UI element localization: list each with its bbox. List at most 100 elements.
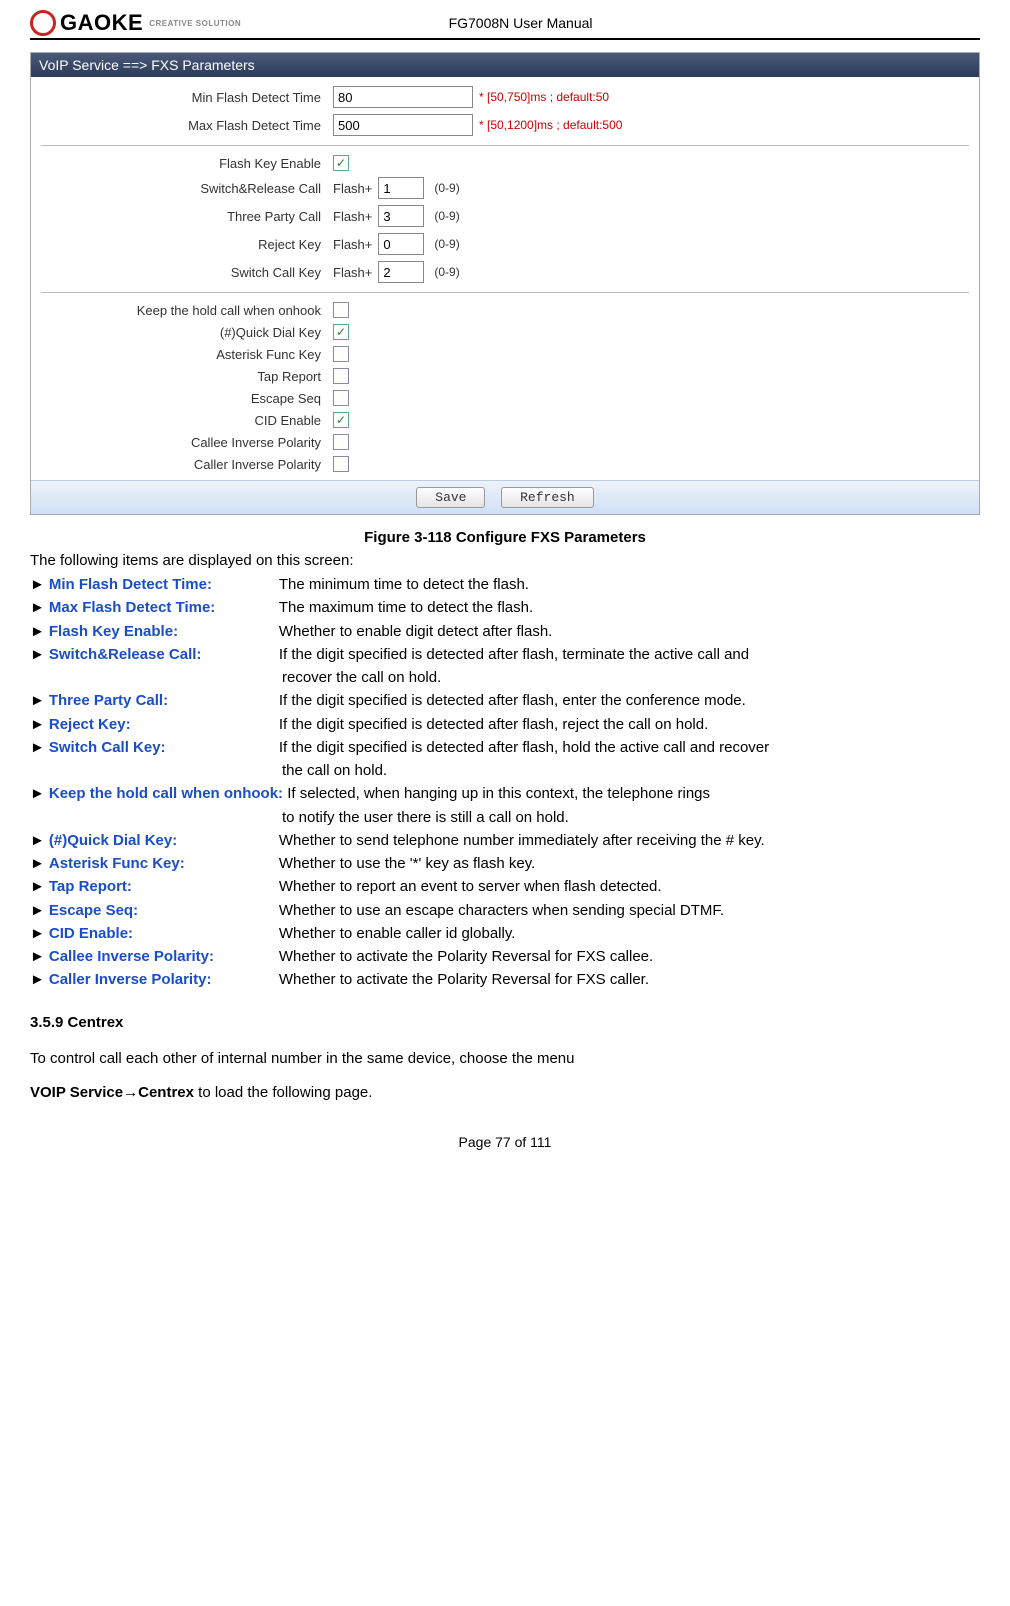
label-three-party: Three Party Call [41,209,333,224]
bullet-icon: ► [30,596,45,619]
row-quick-dial: (#)Quick Dial Key ✓ [31,321,979,343]
save-button[interactable]: Save [416,487,485,508]
logo-icon [30,10,56,36]
desc-tap-report: Whether to report an event to server whe… [279,875,980,898]
term-max-flash: Max Flash Detect Time: [49,599,215,616]
desc-keep-hold-2: to notify the user there is still a call… [30,806,980,829]
desc-cid: Whether to enable caller id globally. [279,922,980,945]
range-switch-call-key: (0-9) [434,265,459,279]
term-asterisk: Asterisk Func Key: [49,855,185,872]
term-escape: Escape Seq: [49,902,138,919]
term-keep-hold: Keep the hold call when onhook: [49,785,283,802]
bullet-icon: ► [30,945,45,968]
item-quick-dial: ► (#)Quick Dial Key: Whether to send tel… [30,829,980,852]
desc-three-party: If the digit specified is detected after… [279,689,980,712]
doc-title: FG7008N User Manual [241,15,800,31]
row-tap-report: Tap Report [31,365,979,387]
desc-flash-key: Whether to enable digit detect after fla… [279,620,980,643]
checkbox-keep-hold[interactable] [333,302,349,318]
input-three-party[interactable] [378,205,424,227]
checkbox-flash-key-enable[interactable]: ✓ [333,155,349,171]
label-callee-pol: Callee Inverse Polarity [41,435,333,450]
divider-1 [41,145,969,146]
term-caller-pol: Caller Inverse Polarity: [49,971,212,988]
row-escape: Escape Seq [31,387,979,409]
prefix-switch-release: Flash+ [333,181,372,196]
row-max-flash: Max Flash Detect Time * [50,1200]ms ; de… [31,111,979,139]
bullet-icon: ► [30,713,45,736]
input-max-flash[interactable] [333,114,473,136]
input-min-flash[interactable] [333,86,473,108]
row-callee-pol: Callee Inverse Polarity [31,431,979,453]
figure-caption: Figure 3-118 Configure FXS Parameters [30,529,980,546]
checkbox-cid[interactable]: ✓ [333,412,349,428]
item-keep-hold: ► Keep the hold call when onhook: If sel… [30,782,980,805]
bullet-icon: ► [30,829,45,852]
label-cid: CID Enable [41,413,333,428]
page-header: GAOKE CREATIVE SOLUTION FG7008N User Man… [30,10,980,40]
button-bar: Save Refresh [31,480,979,514]
logo: GAOKE CREATIVE SOLUTION [30,10,241,36]
term-three-party: Three Party Call: [49,692,168,709]
desc-quick-dial: Whether to send telephone number immedia… [279,829,980,852]
checkbox-escape[interactable] [333,390,349,406]
row-cid: CID Enable ✓ [31,409,979,431]
prefix-switch-call-key: Flash+ [333,265,372,280]
label-keep-hold: Keep the hold call when onhook [41,303,333,318]
term-min-flash: Min Flash Detect Time: [49,576,212,593]
term-quick-dial: (#)Quick Dial Key: [49,832,177,849]
desc-caller-pol: Whether to activate the Polarity Reversa… [279,968,980,991]
logo-text: GAOKE [60,10,143,36]
item-callee-pol: ► Callee Inverse Polarity: Whether to ac… [30,945,980,968]
checkbox-callee-pol[interactable] [333,434,349,450]
label-max-flash: Max Flash Detect Time [41,118,333,133]
row-min-flash: Min Flash Detect Time * [50,750]ms ; def… [31,83,979,111]
term-flash-key: Flash Key Enable: [49,623,178,640]
checkbox-caller-pol[interactable] [333,456,349,472]
range-switch-release: (0-9) [434,181,459,195]
bullet-icon: ► [30,899,45,922]
checkbox-quick-dial[interactable]: ✓ [333,324,349,340]
checkbox-tap-report[interactable] [333,368,349,384]
range-reject-key: (0-9) [434,237,459,251]
page-footer: Page 77 of 111 [30,1134,980,1150]
refresh-button[interactable]: Refresh [501,487,594,508]
item-tap-report: ► Tap Report: Whether to report an event… [30,875,980,898]
row-flash-key-enable: Flash Key Enable ✓ [31,152,979,174]
desc-asterisk: Whether to use the '*' key as flash key. [279,852,980,875]
section-p1: To control call each other of internal n… [30,1045,980,1074]
description-intro: The following items are displayed on thi… [30,552,980,569]
item-asterisk: ► Asterisk Func Key: Whether to use the … [30,852,980,875]
input-switch-call-key[interactable] [378,261,424,283]
desc-switch-release-2: recover the call on hold. [30,666,980,689]
term-switch-key: Switch Call Key: [49,739,166,756]
row-keep-hold: Keep the hold call when onhook [31,299,979,321]
checkbox-asterisk[interactable] [333,346,349,362]
row-caller-pol: Caller Inverse Polarity [31,453,979,480]
row-switch-release: Switch&Release Call Flash+ (0-9) [31,174,979,202]
label-escape: Escape Seq [41,391,333,406]
input-reject-key[interactable] [378,233,424,255]
input-switch-release[interactable] [378,177,424,199]
range-three-party: (0-9) [434,209,459,223]
bullet-icon: ► [30,875,45,898]
desc-min-flash: The minimum time to detect the flash. [279,573,980,596]
item-min-flash: ► Min Flash Detect Time: The minimum tim… [30,573,980,596]
panel-body: Min Flash Detect Time * [50,750]ms ; def… [31,77,979,514]
hint-min-flash: * [50,750]ms ; default:50 [479,90,609,104]
term-switch-release: Switch&Release Call: [49,646,202,663]
term-cid: CID Enable: [49,925,133,942]
label-caller-pol: Caller Inverse Polarity [41,457,333,472]
desc-max-flash: The maximum time to detect the flash. [279,596,980,619]
item-cid: ► CID Enable: Whether to enable caller i… [30,922,980,945]
bullet-icon: ► [30,689,45,712]
desc-escape: Whether to use an escape characters when… [279,899,980,922]
item-flash-key: ► Flash Key Enable: Whether to enable di… [30,620,980,643]
section-p2-bold: VOIP Service→Centrex [30,1084,194,1101]
label-switch-release: Switch&Release Call [41,181,333,196]
bullet-icon: ► [30,782,45,805]
bullet-icon: ► [30,620,45,643]
divider-2 [41,292,969,293]
section-p2: VOIP Service→Centrex to load the followi… [30,1079,980,1108]
item-switch-release: ► Switch&Release Call: If the digit spec… [30,643,980,666]
